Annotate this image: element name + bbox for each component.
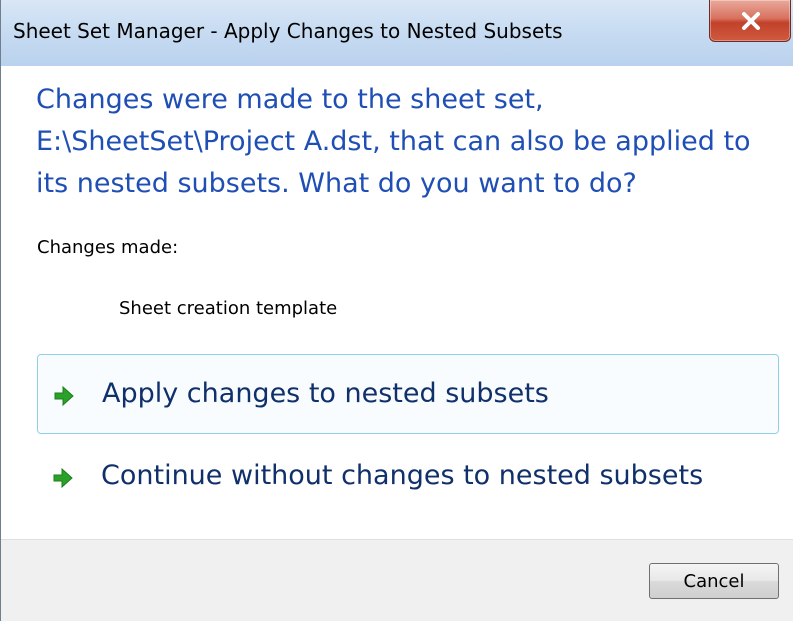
close-button[interactable] — [709, 0, 791, 42]
changes-made-item: Sheet creation template — [119, 298, 338, 319]
instruction-line: its nested subsets. What do you want to … — [36, 168, 637, 199]
changes-made-label: Changes made: — [37, 237, 179, 258]
dialog-window: Sheet Set Manager - Apply Changes to Nes… — [0, 0, 793, 621]
green-arrow-icon — [54, 385, 74, 407]
option-label: Apply changes to nested subsets — [102, 378, 549, 409]
window-title: Sheet Set Manager - Apply Changes to Nes… — [13, 19, 563, 43]
cancel-button[interactable]: Cancel — [649, 563, 779, 599]
close-icon — [742, 12, 760, 30]
dialog-footer: Cancel — [1, 539, 793, 621]
dialog-content: Changes were made to the sheet set, E:\S… — [1, 66, 793, 621]
instruction-line: E:\SheetSet\Project A.dst, that can also… — [36, 126, 751, 157]
apply-changes-option[interactable]: Apply changes to nested subsets — [37, 354, 779, 434]
green-arrow-icon — [53, 467, 73, 489]
main-instruction: Changes were made to the sheet set, E:\S… — [36, 79, 776, 205]
instruction-line: Changes were made to the sheet set, — [36, 84, 544, 115]
option-label: Continue without changes to nested subse… — [101, 460, 704, 491]
continue-without-changes-option[interactable]: Continue without changes to nested subse… — [37, 437, 779, 517]
title-bar[interactable]: Sheet Set Manager - Apply Changes to Nes… — [1, 0, 793, 66]
